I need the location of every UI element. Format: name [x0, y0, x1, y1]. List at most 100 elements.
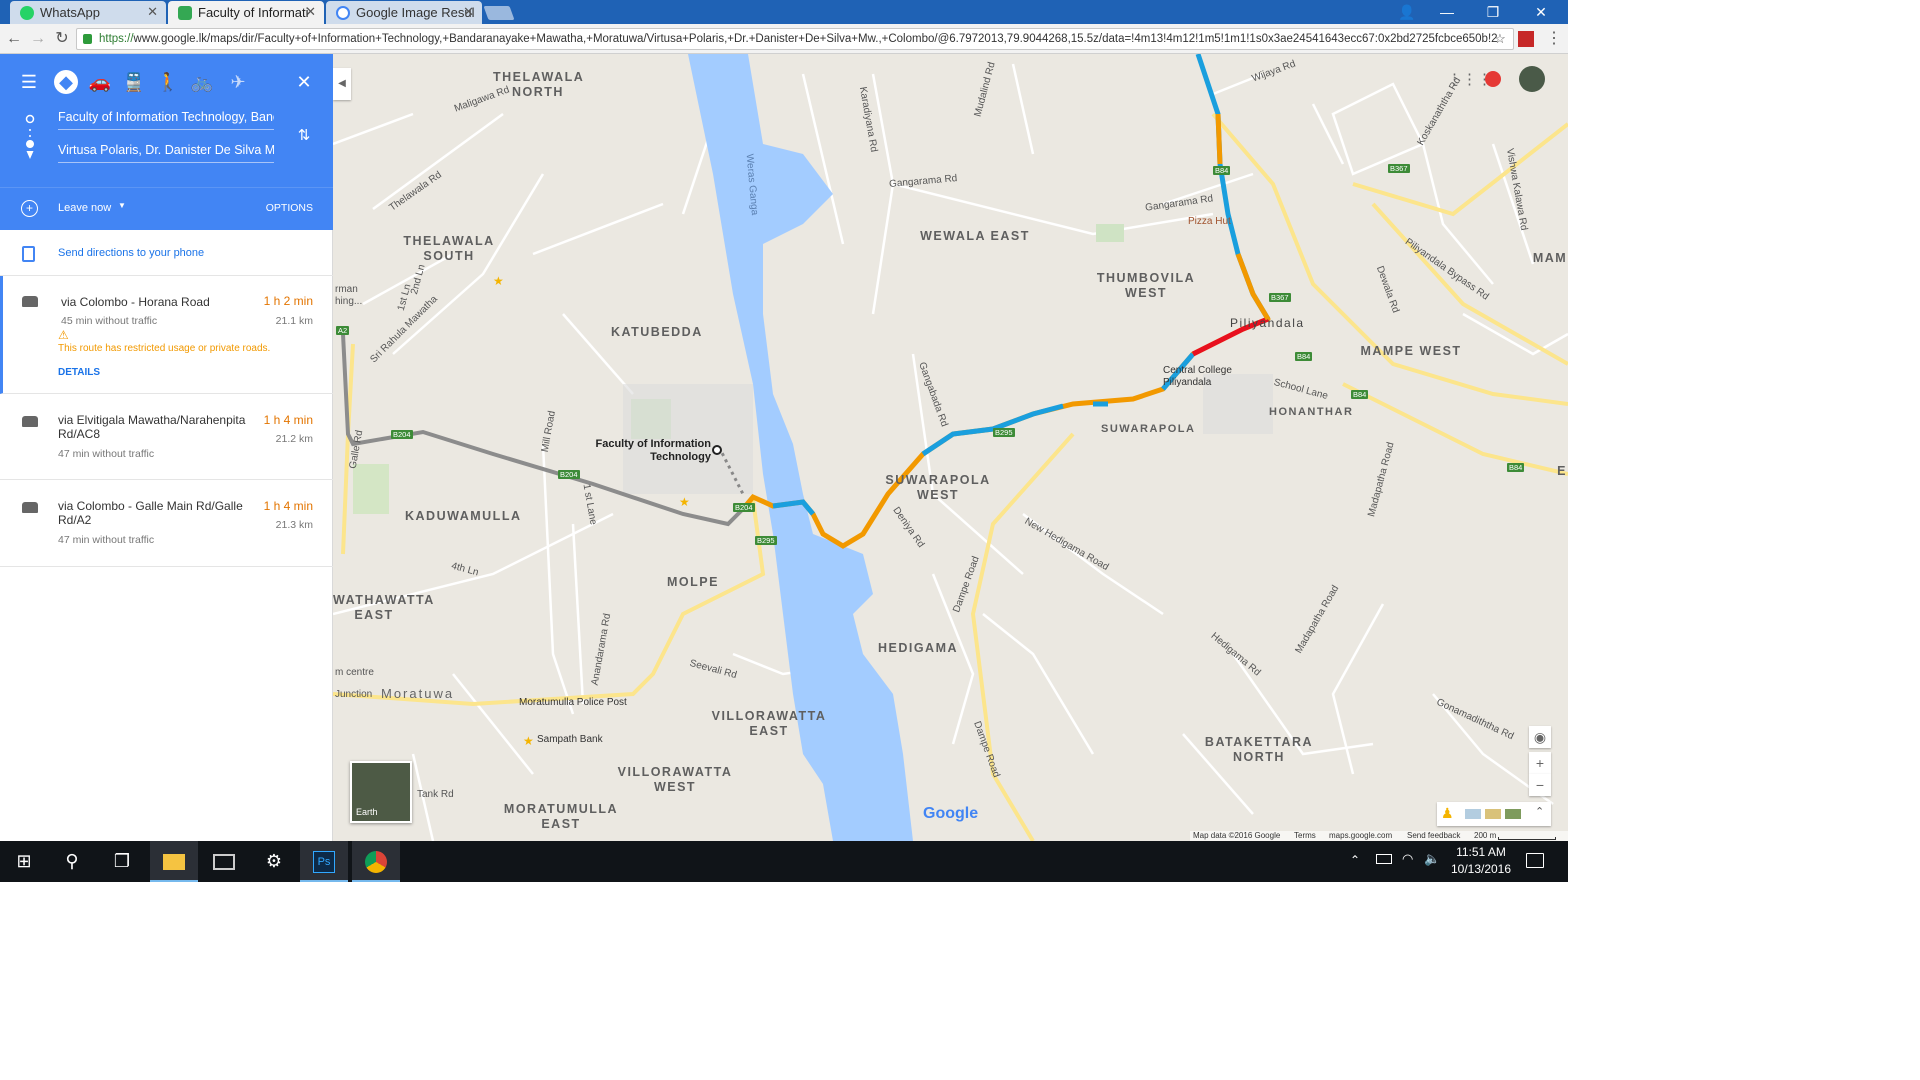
file-explorer-icon[interactable]: [150, 841, 198, 882]
chevron-down-icon[interactable]: ▼: [118, 201, 126, 210]
destination-input[interactable]: Virtusa Polaris, Dr. Danister De Silva M…: [58, 139, 274, 163]
clock-add-icon: +: [21, 200, 38, 217]
origin-marker[interactable]: [712, 445, 722, 455]
route-option-1[interactable]: via Colombo - Horana Road 1 h 2 min 45 m…: [0, 276, 333, 394]
bookmark-star-icon[interactable]: ☆: [1490, 28, 1510, 50]
terminal-icon[interactable]: [200, 841, 248, 882]
car-mode-icon[interactable]: 🚗: [88, 70, 112, 94]
route-option-3[interactable]: via Colombo - Galle Main Rd/Galle Rd/A2 …: [0, 480, 333, 567]
directions-mode-icon[interactable]: ◆: [54, 70, 78, 94]
place-pizza-hut[interactable]: Pizza Hut: [1188, 216, 1231, 227]
wifi-icon[interactable]: ◠: [1402, 851, 1413, 867]
area-label: MOLPE: [667, 575, 719, 589]
area-label: SUWARAPOLA WEST: [885, 473, 991, 502]
route-name: via Elvitigala Mawatha/Narahenpita Rd/AC…: [58, 413, 246, 441]
pdf-extension-icon[interactable]: [1518, 31, 1534, 47]
photoshop-icon[interactable]: Ps: [300, 841, 348, 882]
chevron-up-icon[interactable]: ⌃: [1350, 853, 1360, 867]
area-label: WATHAWATTA EAST: [333, 593, 435, 622]
area-label: MAM: [1532, 251, 1568, 265]
send-to-phone-row[interactable]: Send directions to your phone: [0, 230, 333, 276]
place-label: rman: [335, 284, 358, 295]
star-icon[interactable]: ★: [493, 274, 504, 288]
tab-maps[interactable]: Faculty of Informati ✕: [168, 1, 324, 24]
google-maps-icon: [178, 6, 192, 20]
forward-button[interactable]: →: [28, 28, 48, 50]
details-link[interactable]: DETAILS: [58, 367, 100, 378]
close-icon[interactable]: ✕: [305, 4, 316, 20]
options-button[interactable]: OPTIONS: [266, 202, 313, 214]
layer-thumb-icon[interactable]: [1465, 809, 1481, 819]
route-no-traffic: 47 min without traffic: [58, 534, 155, 546]
search-icon[interactable]: ⚲: [48, 841, 96, 882]
notifications-icon[interactable]: [1485, 71, 1501, 87]
flight-mode-icon[interactable]: ✈: [226, 70, 250, 94]
new-tab-button[interactable]: [483, 6, 515, 20]
star-icon[interactable]: ★: [679, 495, 690, 509]
origin-input[interactable]: Faculty of Information Technology, Banc: [58, 106, 274, 130]
tab-whatsapp[interactable]: WhatsApp ✕: [10, 1, 166, 24]
settings-gear-icon[interactable]: ⚙: [250, 841, 298, 882]
area-label: SUWARAPOLA: [1101, 423, 1196, 435]
earth-label: Earth: [356, 807, 378, 817]
route-distance: 21.2 km: [275, 433, 313, 445]
place-central-college[interactable]: Central College Piliyandala: [1163, 365, 1243, 389]
place-label: Junction: [335, 689, 373, 700]
battery-icon[interactable]: [1376, 854, 1392, 864]
action-center-icon[interactable]: [1526, 853, 1544, 868]
system-clock[interactable]: 11:51 AM 10/13/2016: [1446, 844, 1516, 878]
road-shield: A2: [336, 326, 350, 335]
route-duration: 1 h 4 min: [263, 413, 313, 427]
close-window-button[interactable]: ✕: [1518, 0, 1564, 24]
area-label: VILLORAWATTA WEST: [617, 765, 733, 794]
hamburger-menu-icon[interactable]: ☰: [17, 70, 41, 94]
tab-google-images[interactable]: Google Image Resul ✕: [326, 1, 482, 24]
transit-mode-icon[interactable]: 🚆: [122, 70, 146, 94]
maximize-button[interactable]: ❐: [1470, 0, 1516, 24]
zoom-out-button[interactable]: −: [1529, 774, 1551, 796]
send-feedback-link[interactable]: Send feedback: [1407, 831, 1460, 840]
chrome-icon[interactable]: [352, 841, 400, 882]
close-icon[interactable]: ✕: [292, 70, 316, 94]
windows-start-icon[interactable]: ⊞: [0, 841, 48, 882]
route-option-2[interactable]: via Elvitigala Mawatha/Narahenpita Rd/AC…: [0, 394, 333, 480]
earth-view-toggle[interactable]: Earth: [350, 761, 412, 823]
town-label: Moratuwa: [381, 686, 455, 701]
imagery-switcher[interactable]: ♟ ⌃: [1437, 802, 1551, 826]
map-canvas[interactable]: THELAWALA NORTH THELAWALA SOUTH KATUBEDD…: [333, 54, 1568, 841]
swap-icon[interactable]: ⇅: [292, 124, 316, 148]
my-location-button[interactable]: ◉: [1529, 726, 1551, 748]
minimize-button[interactable]: —: [1424, 0, 1470, 24]
directions-header: ☰ ◆ 🚗 🚆 🚶 🚲 ✈ ✕ Faculty of Information T…: [0, 54, 333, 230]
place-sampath-bank[interactable]: Sampath Bank: [537, 734, 603, 745]
volume-icon[interactable]: 🔈: [1424, 851, 1440, 867]
google-logo: Google: [923, 805, 979, 822]
send-directions-link[interactable]: Send directions to your phone: [58, 247, 204, 259]
back-button[interactable]: ←: [4, 28, 24, 50]
menu-icon[interactable]: ⋮: [1544, 28, 1564, 50]
pegman-icon[interactable]: ♟: [1441, 805, 1454, 822]
address-bar[interactable]: https://www.google.lk/maps/dir/Faculty+o…: [76, 28, 1514, 50]
terms-link[interactable]: Terms: [1294, 831, 1316, 840]
layer-thumb-icon[interactable]: [1485, 809, 1501, 819]
task-view-icon[interactable]: ❐: [98, 841, 146, 882]
place-faculty-label[interactable]: Faculty of Information Technology: [595, 438, 712, 464]
reload-button[interactable]: ↻: [52, 28, 72, 50]
star-icon[interactable]: ★: [523, 734, 534, 748]
site-link[interactable]: maps.google.com: [1329, 831, 1392, 840]
cycling-mode-icon[interactable]: 🚲: [190, 70, 214, 94]
leave-now-dropdown[interactable]: Leave now: [58, 202, 111, 214]
place-police-post[interactable]: Moratumulla Police Post: [519, 697, 627, 708]
route-distance: 21.1 km: [275, 315, 313, 327]
tab-label: WhatsApp: [40, 5, 100, 20]
walking-mode-icon[interactable]: 🚶: [156, 70, 180, 94]
collapse-panel-button[interactable]: ◀: [333, 68, 351, 100]
chevron-up-icon[interactable]: ⌃: [1535, 805, 1544, 818]
zoom-in-button[interactable]: +: [1529, 752, 1551, 774]
area-label: THUMBOVILA WEST: [1096, 271, 1196, 300]
close-icon[interactable]: ✕: [463, 4, 474, 20]
layer-thumb-icon[interactable]: [1505, 809, 1521, 819]
avatar[interactable]: [1519, 66, 1545, 92]
area-label: VILLORAWATTA EAST: [711, 709, 827, 738]
close-icon[interactable]: ✕: [147, 4, 158, 20]
